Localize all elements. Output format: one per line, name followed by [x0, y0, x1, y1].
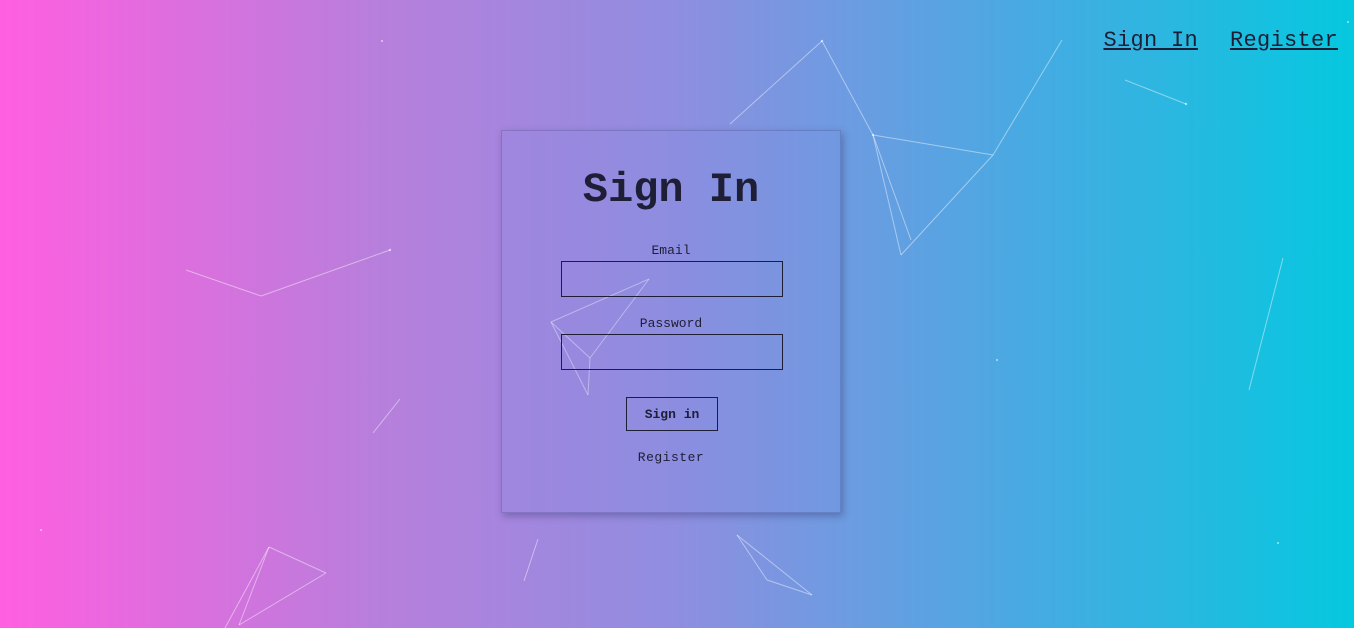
particle-line	[821, 40, 874, 136]
particle-dot	[1277, 542, 1279, 544]
page-title: Sign In	[582, 166, 760, 214]
particle-line	[238, 546, 270, 626]
top-navigation: Sign In Register	[1103, 28, 1338, 53]
particle-dot	[1184, 102, 1188, 106]
email-label: Email	[651, 243, 691, 258]
particle-line	[872, 134, 902, 256]
register-link[interactable]: Register	[502, 450, 840, 465]
particle-line	[736, 534, 768, 581]
particle-line	[729, 40, 823, 125]
password-field[interactable]	[561, 334, 783, 370]
particle-line	[523, 538, 539, 582]
particle-line	[260, 249, 391, 297]
particle-line	[872, 134, 912, 241]
particle-dot	[388, 248, 392, 252]
particle-line	[1248, 257, 1284, 391]
particle-dot	[871, 133, 875, 137]
particle-dot	[40, 529, 42, 531]
nav-sign-in-link[interactable]: Sign In	[1103, 28, 1198, 53]
particle-line	[900, 154, 994, 256]
sign-in-button[interactable]: Sign in	[626, 397, 718, 431]
particle-line	[736, 534, 813, 596]
particle-line	[992, 39, 1063, 156]
particle-line	[872, 134, 994, 156]
sign-in-card: Sign In Email Password Sign in Register	[501, 130, 841, 513]
email-field[interactable]	[561, 261, 783, 297]
particle-line	[224, 546, 270, 628]
particle-line	[766, 579, 813, 596]
particle-dot	[381, 40, 383, 42]
particle-line	[185, 269, 262, 297]
particle-line	[1124, 79, 1187, 105]
particle-dot	[820, 39, 824, 43]
particle-line	[238, 572, 327, 626]
particle-line	[372, 398, 401, 434]
password-label: Password	[639, 316, 703, 331]
nav-register-link[interactable]: Register	[1230, 28, 1338, 53]
particle-line	[268, 546, 327, 574]
particle-dot	[996, 359, 998, 361]
particle-dot	[1347, 21, 1349, 23]
